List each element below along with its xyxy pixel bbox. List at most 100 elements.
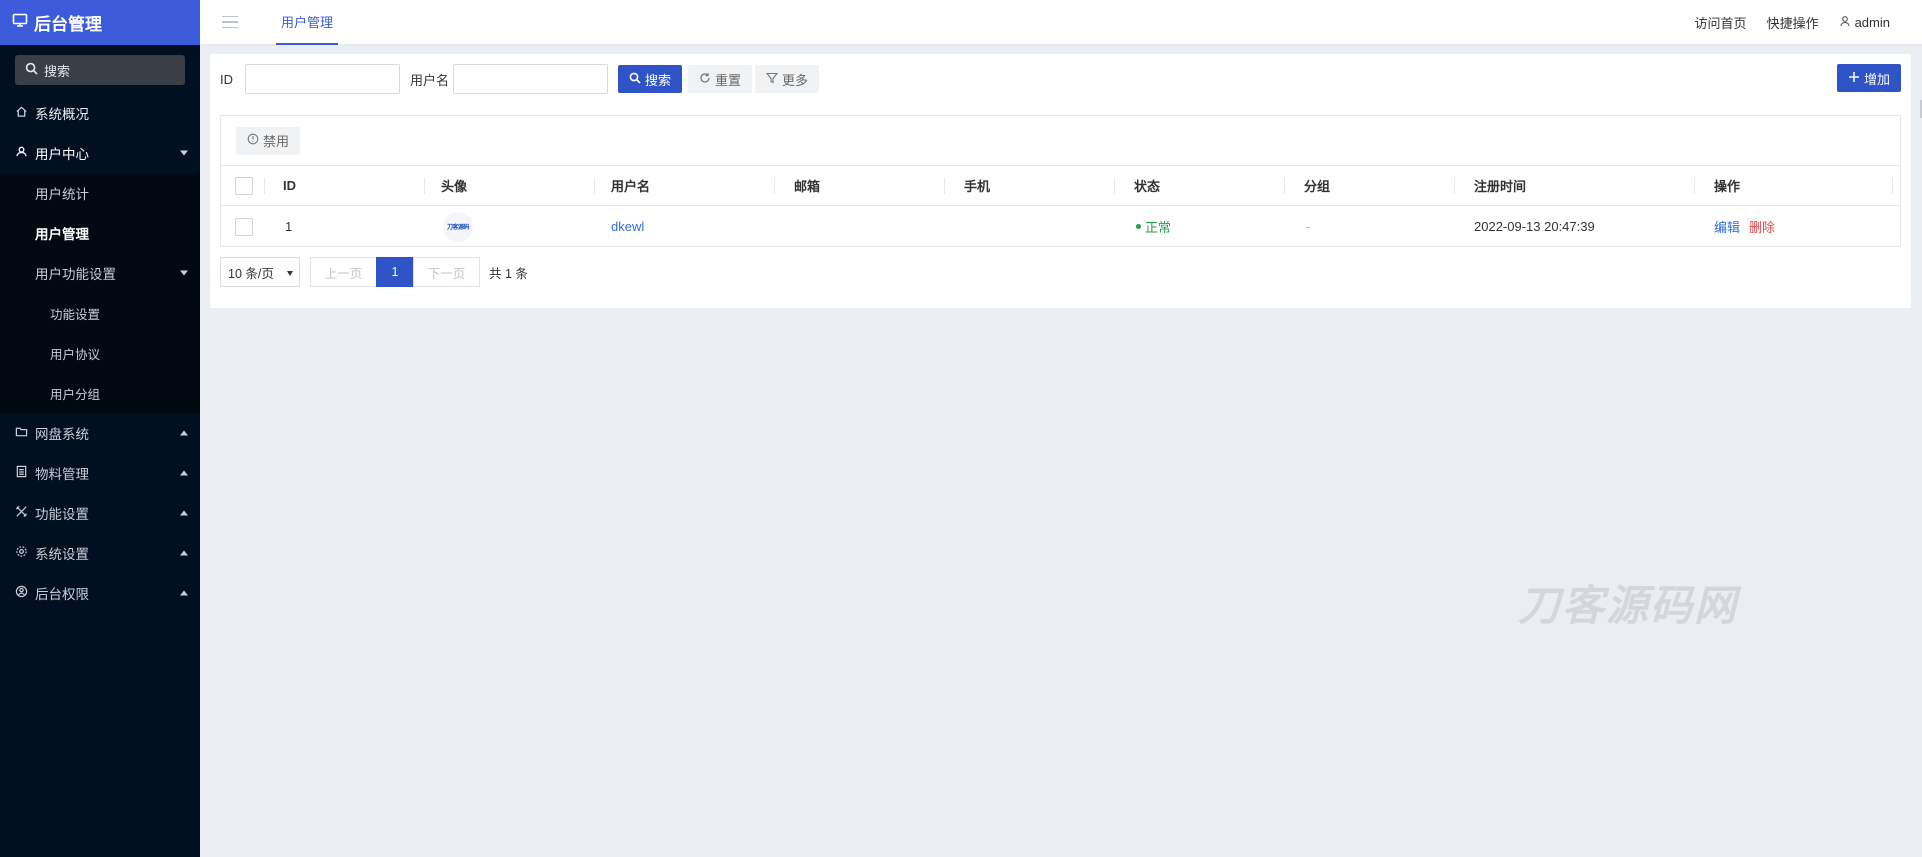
avatar[interactable]: 刀客源码 (443, 211, 473, 242)
total-count: 共 1 条 (489, 266, 528, 281)
user-center-submenu: 用户统计 用户管理 用户功能设置 功能设置 用户协议 用户分组 (0, 173, 200, 413)
sidebar-item-label: 系统设置 (35, 547, 89, 562)
row-actions: 编辑 删除 (1714, 206, 1775, 247)
search-button[interactable]: 搜索 (618, 65, 683, 93)
sidebar-search-placeholder: 搜索 (44, 63, 71, 79)
user-menu[interactable]: admin (1839, 15, 1890, 30)
sidebar-item-user-agreement[interactable]: 用户协议 (0, 333, 200, 373)
header-phone: 手机 (964, 179, 991, 194)
per-page-value: 10 条/页 (228, 266, 274, 281)
visit-home-link[interactable]: 访问首页 (1695, 13, 1747, 32)
sidebar-item-func-settings[interactable]: 功能设置 (0, 293, 200, 333)
select-all-checkbox[interactable] (235, 176, 253, 195)
sidebar-item-features[interactable]: 功能设置 (0, 493, 200, 533)
chevron-up-icon (180, 430, 188, 436)
user-icon (1839, 15, 1851, 30)
search-button-label: 搜索 (645, 72, 672, 88)
pagination: 10 条/页 上一页 1 下一页 共 1 条 (220, 257, 528, 287)
monitor-icon (12, 12, 28, 33)
chevron-up-icon (180, 590, 188, 596)
watermark: 刀客源码网 (1518, 582, 1739, 629)
disable-button-label: 禁用 (263, 134, 290, 149)
next-page-button[interactable]: 下一页 (413, 257, 480, 287)
username-filter-label: 用户名 (410, 72, 450, 88)
reset-button-label: 重置 (715, 72, 742, 88)
page-1-button[interactable]: 1 (376, 257, 414, 287)
user-func-submenu: 功能设置 用户协议 用户分组 (0, 293, 200, 413)
edit-link[interactable]: 编辑 (1714, 217, 1740, 236)
sidebar-item-user-group[interactable]: 用户分组 (0, 373, 200, 413)
quick-ops-link[interactable]: 快捷操作 (1767, 13, 1819, 32)
document-icon (15, 465, 28, 481)
per-page-select[interactable]: 10 条/页 (220, 257, 300, 287)
info-circle-icon (247, 133, 259, 148)
table-row: 1 刀客源码 dkewl 正常 - 2022-09-13 20:47:39 编辑… (221, 206, 1900, 247)
plus-icon (1848, 71, 1860, 86)
delete-link[interactable]: 删除 (1749, 217, 1775, 236)
sidebar-item-label: 用户中心 (35, 147, 89, 162)
row-username-link[interactable]: dkewl (611, 206, 644, 247)
row-select-cell (235, 206, 253, 247)
sidebar-item-materials[interactable]: 物料管理 (0, 453, 200, 493)
chevron-up-icon (180, 510, 188, 516)
filter-icon (765, 72, 779, 87)
sidebar-item-label: 后台权限 (35, 587, 89, 602)
topbar: 用户管理 访问首页 快捷操作 admin (200, 0, 1922, 45)
tab-user-manage[interactable]: 用户管理 (276, 0, 339, 45)
sidebar-item-netdisk[interactable]: 网盘系统 (0, 413, 200, 453)
sidebar-item-system-settings[interactable]: 系统设置 (0, 533, 200, 573)
sidebar-search[interactable]: 搜索 (15, 55, 185, 85)
tools-icon (15, 505, 28, 521)
avatar-logo-text: 刀客源码 (446, 225, 470, 231)
prev-page-button[interactable]: 上一页 (310, 257, 377, 287)
topbar-actions: 访问首页 快捷操作 admin (1695, 0, 1890, 45)
username-filter-input[interactable] (453, 64, 609, 94)
sidebar-item-overview[interactable]: 系统概况 (0, 93, 200, 133)
sidebar-item-label: 用户管理 (35, 227, 89, 242)
sidebar-item-user-center[interactable]: 用户中心 (0, 133, 200, 173)
disable-button[interactable]: 禁用 (236, 126, 301, 155)
select-all-cell (235, 166, 253, 205)
brand-header[interactable]: 后台管理 (0, 0, 200, 45)
chevron-down-icon (180, 270, 188, 276)
sidebar-item-user-func-settings[interactable]: 用户功能设置 (0, 253, 200, 293)
sidebar: 后台管理 搜索 系统概况 用户中心 用户统计 用户管理 用户功能设置 功能设置 (0, 0, 200, 857)
table-header: ID 头像 用户名 邮箱 手机 状态 分组 注册时间 操作 (221, 166, 1900, 206)
header-id[interactable]: ID (283, 166, 296, 205)
sidebar-item-user-stats[interactable]: 用户统计 (0, 173, 200, 213)
row-checkbox[interactable] (235, 217, 253, 236)
sidebar-item-label: 物料管理 (35, 467, 89, 482)
row-avatar-cell: 刀客源码 (443, 206, 473, 247)
status-badge: 正常 (1136, 206, 1171, 247)
header-group: 分组 (1304, 179, 1331, 194)
filter-bar: ID 用户名 搜索 重置 更多 (220, 64, 820, 94)
gear-icon (15, 545, 28, 561)
menu-toggle-icon[interactable] (222, 15, 238, 29)
table-toolbar: 禁用 (221, 116, 1900, 166)
chevron-down-icon (180, 150, 188, 156)
header-reg-time[interactable]: 注册时间 (1474, 166, 1526, 205)
folder-icon (15, 425, 28, 441)
more-button[interactable]: 更多 (755, 65, 820, 93)
sidebar-item-label: 用户协议 (50, 347, 101, 362)
chevron-up-icon (180, 470, 188, 476)
add-button[interactable]: 增加 (1836, 64, 1901, 92)
sidebar-item-admin-perms[interactable]: 后台权限 (0, 573, 200, 613)
users-icon (15, 145, 28, 161)
user-circle-icon (15, 585, 28, 601)
search-icon (629, 72, 641, 87)
header-username[interactable]: 用户名 (611, 166, 650, 205)
refresh-icon (699, 72, 711, 87)
status-dot-icon (1136, 224, 1141, 229)
sidebar-item-user-manage[interactable]: 用户管理 (0, 213, 200, 253)
search-icon (25, 62, 38, 78)
row-reg-time: 2022-09-13 20:47:39 (1474, 219, 1595, 234)
sidebar-item-label: 功能设置 (50, 307, 101, 322)
status-label: 正常 (1145, 220, 1172, 235)
id-filter-input[interactable] (245, 64, 400, 94)
header-ops: 操作 (1714, 179, 1741, 194)
header-avatar: 头像 (441, 179, 468, 194)
id-filter-label: ID (220, 71, 233, 87)
reset-button[interactable]: 重置 (688, 65, 753, 93)
home-icon (15, 105, 28, 121)
